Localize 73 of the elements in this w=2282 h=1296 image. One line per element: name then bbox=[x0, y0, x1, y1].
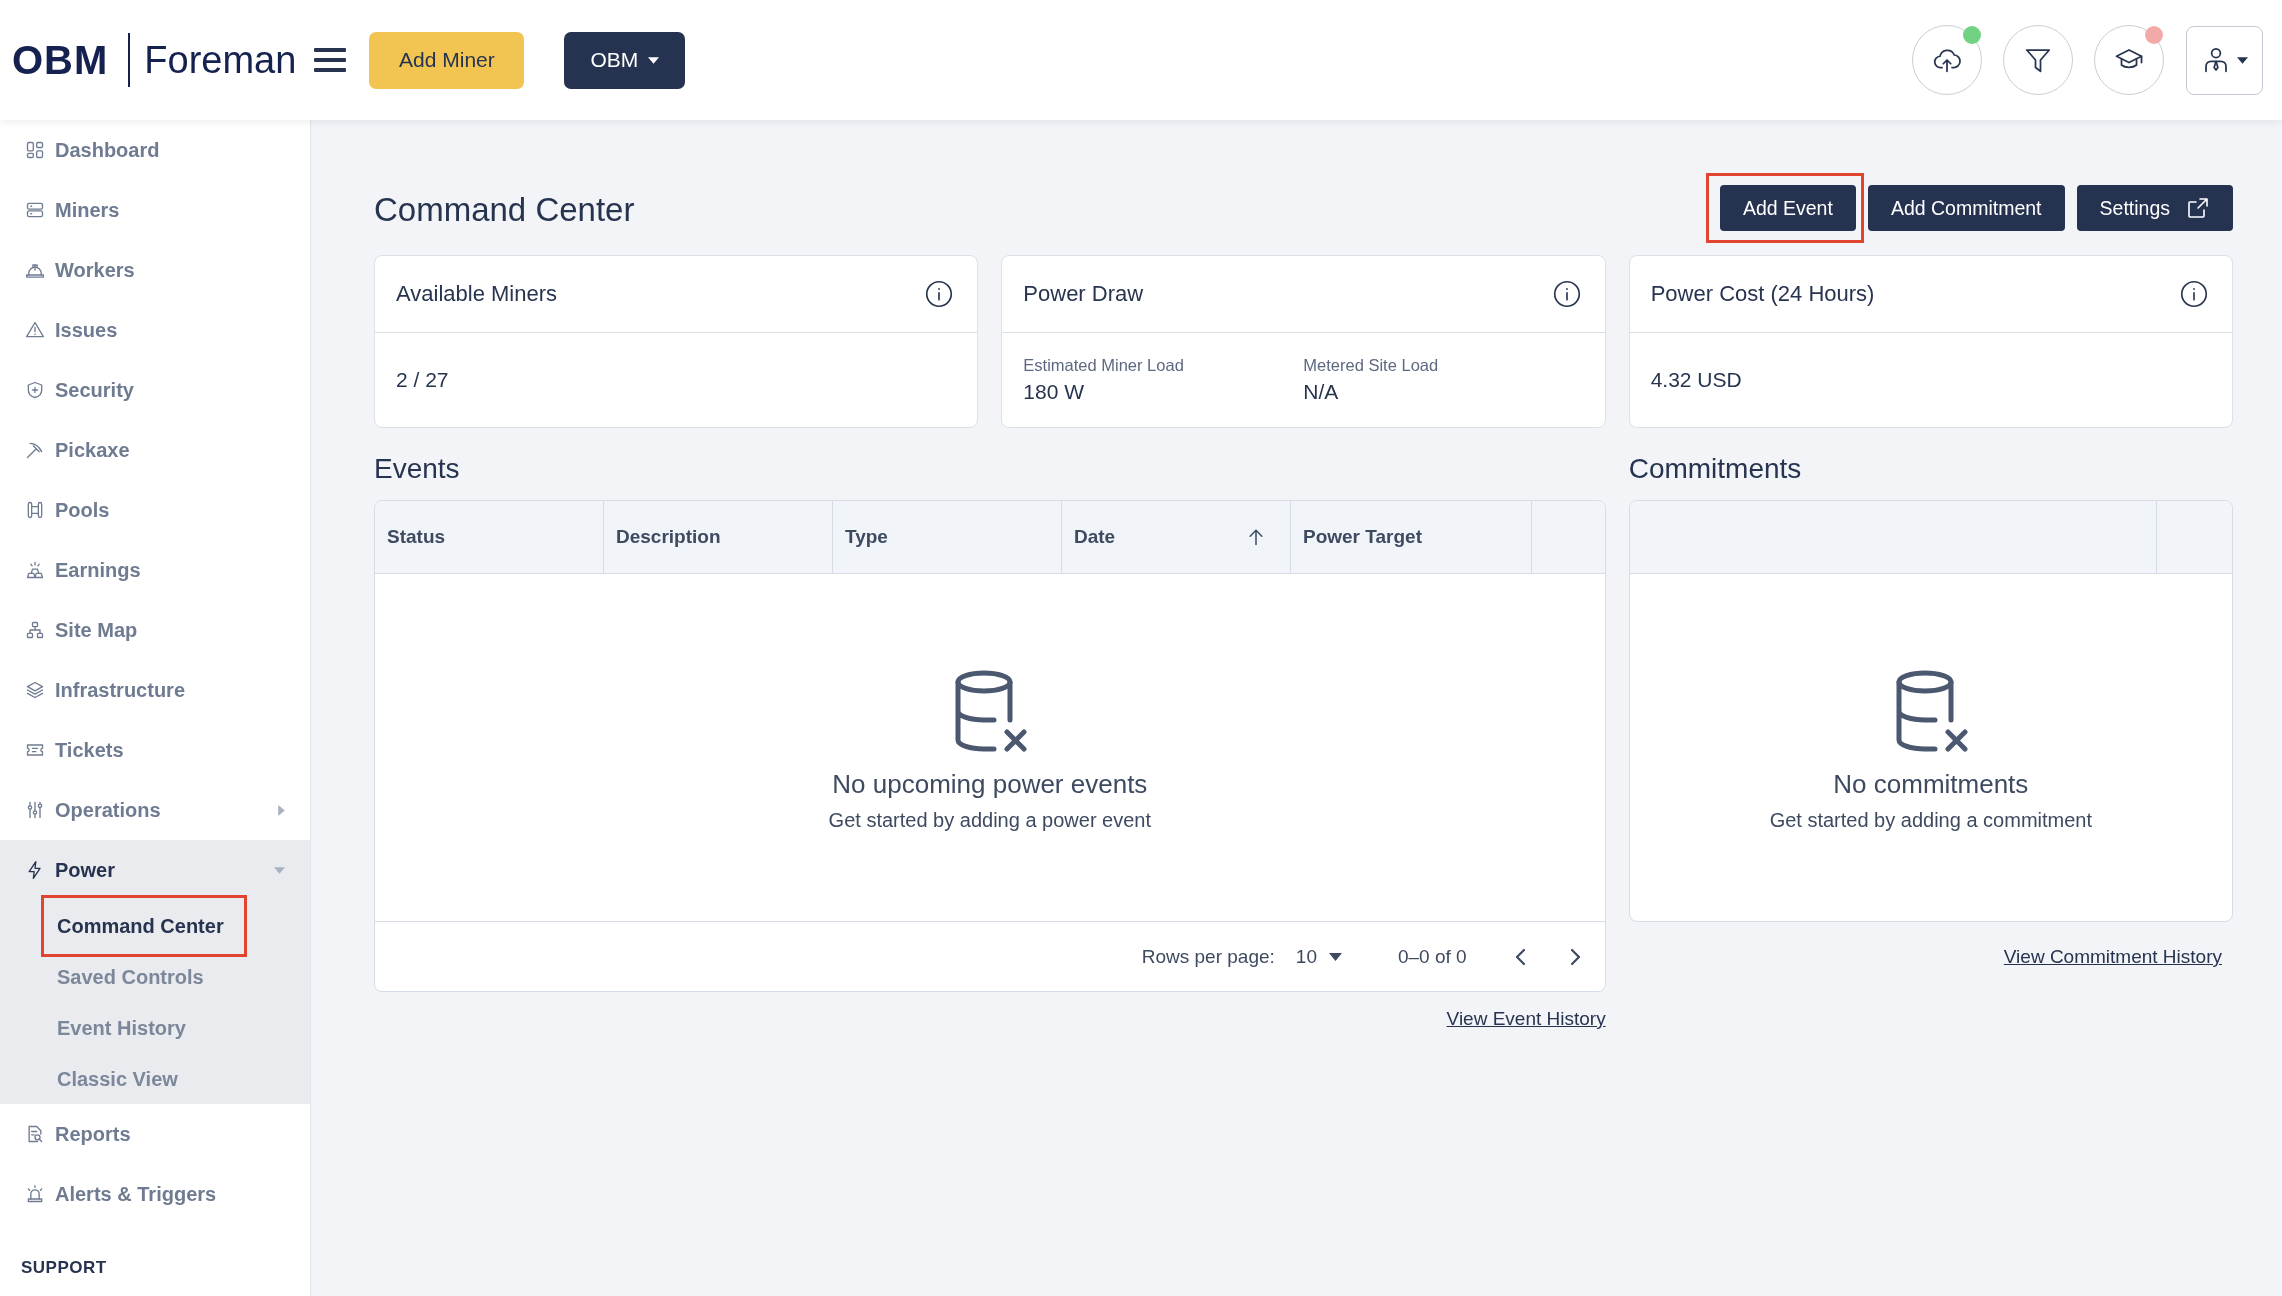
metric-label: Metered Site Load bbox=[1303, 356, 1439, 375]
sliders-icon bbox=[25, 800, 45, 820]
sidebar-item[interactable]: Pools bbox=[25, 498, 110, 522]
warning-icon bbox=[25, 320, 45, 340]
sidebar-item[interactable]: Dashboard bbox=[25, 138, 160, 162]
stat-value: 2 / 27 bbox=[396, 368, 449, 392]
empty-state-subtitle: Get started by adding a commitment bbox=[1769, 808, 2092, 832]
pickaxe-icon bbox=[25, 440, 45, 460]
section-title: Events bbox=[374, 452, 461, 486]
sidebar-item[interactable]: Workers bbox=[25, 258, 135, 282]
shield-icon bbox=[25, 380, 45, 400]
sidebar-item[interactable]: Earnings bbox=[25, 558, 141, 582]
info-icon[interactable] bbox=[925, 280, 954, 308]
hierarchy-icon bbox=[25, 620, 45, 640]
siren-icon bbox=[25, 1184, 45, 1204]
product-name: Foreman bbox=[144, 41, 297, 79]
organization-dropdown[interactable]: OBM bbox=[564, 31, 686, 89]
column-header[interactable]: Type bbox=[833, 501, 1062, 573]
user-menu-button[interactable] bbox=[2186, 25, 2263, 95]
sidebar-item[interactable]: Pickaxe bbox=[25, 438, 130, 462]
rows-per-page-label: Rows per page: bbox=[1141, 945, 1275, 968]
action-button[interactable]: Add Commitment bbox=[1867, 185, 2065, 231]
metric-label: Estimated Miner Load bbox=[1023, 356, 1184, 375]
column-header[interactable]: Status bbox=[375, 501, 604, 573]
rows-per-page-select[interactable]: 10 bbox=[1295, 945, 1342, 968]
stat-value: 4.32 USD bbox=[1650, 368, 1742, 392]
caret-icon bbox=[648, 56, 660, 64]
page-range: 0–0 of 0 bbox=[1398, 945, 1467, 968]
card-title: Available Miners bbox=[396, 281, 558, 307]
column-header[interactable]: Date bbox=[1062, 501, 1291, 573]
sidebar-item[interactable]: Reports bbox=[25, 1122, 131, 1146]
sidebar-item[interactable]: Power bbox=[25, 858, 285, 882]
metric-value: N/A bbox=[1303, 380, 1339, 404]
ingots-icon bbox=[25, 560, 45, 580]
info-icon[interactable] bbox=[2180, 280, 2208, 308]
caret-icon bbox=[1329, 952, 1342, 961]
logo-text: OBM bbox=[12, 40, 109, 80]
sidebar-item[interactable]: Infrastructure bbox=[25, 678, 186, 702]
sidebar-item[interactable]: Alerts & Triggers bbox=[25, 1182, 217, 1206]
sidebar-item[interactable]: Security bbox=[25, 378, 134, 402]
grid-icon bbox=[25, 140, 45, 160]
column-header[interactable]: Power Target bbox=[1291, 501, 1532, 573]
card-title: Power Cost (24 Hours) bbox=[1650, 281, 1876, 307]
sidebar-item[interactable]: Site Map bbox=[25, 618, 138, 642]
card-title: Power Draw bbox=[1023, 281, 1145, 307]
page-title: Command Center bbox=[374, 191, 636, 229]
action-button[interactable]: Settings bbox=[2076, 185, 2233, 231]
layers-icon bbox=[25, 680, 45, 700]
pipes-icon bbox=[25, 500, 45, 520]
caret-icon bbox=[2237, 56, 2248, 64]
history-link[interactable]: View Event History bbox=[1446, 1008, 1606, 1030]
add-miner-button[interactable]: Add Miner bbox=[369, 31, 525, 89]
sidebar-subitem[interactable]: Saved Controls bbox=[57, 964, 204, 989]
section-title: Commitments bbox=[1628, 452, 1803, 486]
empty-state-subtitle: Get started by adding a power event bbox=[828, 808, 1152, 832]
sidebar-item[interactable]: Issues bbox=[25, 318, 118, 342]
sidebar-subitem[interactable]: Event History bbox=[57, 1015, 186, 1040]
sidebar-item[interactable]: Operations bbox=[25, 798, 285, 822]
empty-state-title: No commitments bbox=[1833, 769, 2029, 799]
action-button[interactable]: Add Event bbox=[1719, 185, 1856, 231]
metric-value: 180 W bbox=[1023, 380, 1085, 404]
sidebar-item[interactable]: Miners bbox=[25, 198, 120, 222]
empty-state-title: No upcoming power events bbox=[832, 769, 1148, 799]
external-link-icon bbox=[2186, 196, 2210, 220]
sidebar-item[interactable]: Tickets bbox=[25, 738, 124, 762]
menu-icon[interactable] bbox=[314, 48, 347, 72]
sidebar-subitem[interactable]: Command Center bbox=[57, 913, 224, 938]
info-icon[interactable] bbox=[1552, 280, 1581, 308]
server-icon bbox=[25, 200, 45, 220]
sidebar-subitem[interactable]: Classic View bbox=[57, 1066, 178, 1091]
section-heading: SUPPORT bbox=[21, 1258, 107, 1278]
history-link[interactable]: View Commitment History bbox=[2003, 946, 2222, 968]
column-header[interactable]: Description bbox=[604, 501, 833, 573]
